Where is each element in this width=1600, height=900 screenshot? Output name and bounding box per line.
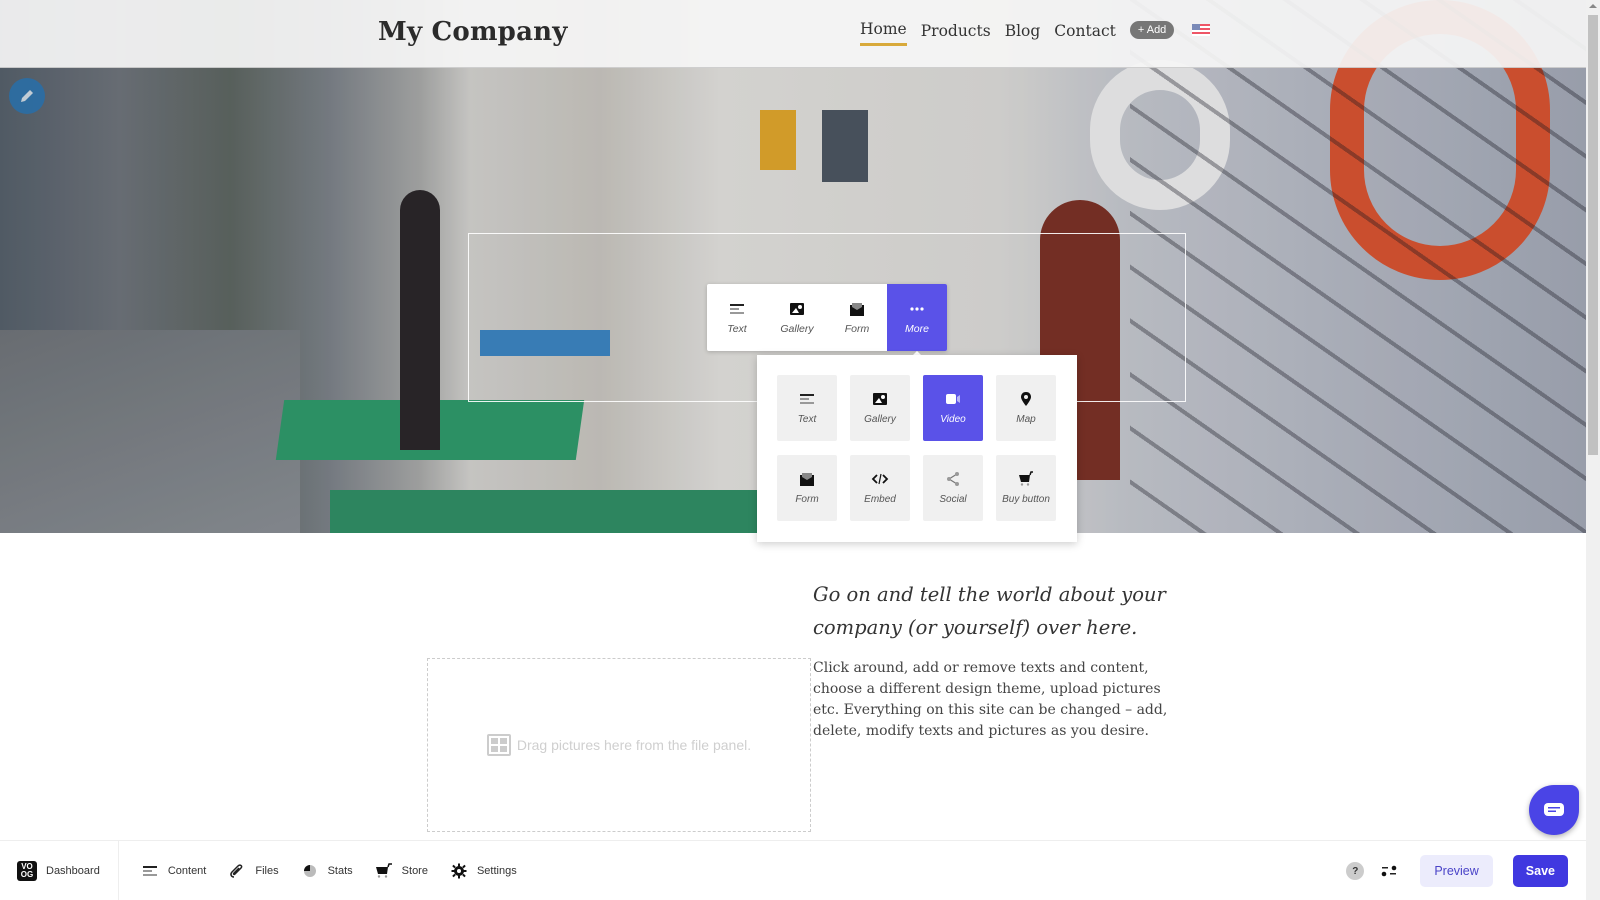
map-pin-icon <box>1021 392 1031 406</box>
editor-toolbar: VO OG Dashboard Content Files Stats Stor… <box>0 840 1586 900</box>
video-icon <box>946 394 960 404</box>
toolbar-content[interactable]: Content <box>141 863 206 879</box>
image-grid-icon <box>486 734 511 756</box>
add-buy-button-option[interactable]: Buy button <box>996 455 1056 521</box>
nav-item-products[interactable]: Products <box>921 22 991 45</box>
add-gallery-option[interactable]: Gallery <box>850 375 910 441</box>
gallery-icon <box>790 302 804 315</box>
scroll-up-arrow-icon[interactable] <box>1589 4 1597 8</box>
nav-item-blog[interactable]: Blog <box>1005 22 1041 45</box>
chat-support-button[interactable] <box>1529 785 1579 835</box>
main-nav: Home Products Blog Contact + Add <box>860 20 1211 46</box>
edit-background-button[interactable] <box>9 78 45 114</box>
add-text-option[interactable]: Text <box>777 375 837 441</box>
site-editor-page: My Company Home Products Blog Contact + … <box>0 0 1586 900</box>
nav-item-contact[interactable]: Contact <box>1054 22 1116 45</box>
cart-icon <box>375 862 392 878</box>
add-map-option[interactable]: Map <box>996 375 1056 441</box>
toolbar-files[interactable]: Files <box>228 863 279 879</box>
layout-toggle-icon[interactable] <box>1380 864 1398 878</box>
us-flag-icon[interactable] <box>1192 24 1211 36</box>
paperclip-icon <box>230 863 243 878</box>
embed-code-icon <box>871 473 889 485</box>
toolbar-stats[interactable]: Stats <box>301 863 353 879</box>
intro-body-text[interactable]: Click around, add or remove texts and co… <box>813 658 1183 742</box>
share-icon <box>947 472 959 486</box>
gear-icon <box>451 863 467 878</box>
form-icon <box>800 473 814 486</box>
nav-item-home[interactable]: Home <box>860 20 907 46</box>
quick-add-text[interactable]: Text <box>707 284 767 351</box>
quick-add-form[interactable]: Form <box>827 284 887 351</box>
image-dropzone[interactable]: Drag pictures here from the file panel. <box>427 658 811 832</box>
content-lines-icon <box>142 865 157 876</box>
cart-icon <box>1019 471 1033 486</box>
help-button[interactable]: ? <box>1346 862 1365 880</box>
site-header: My Company Home Products Blog Contact + … <box>0 0 1586 68</box>
toolbar-settings[interactable]: Settings <box>450 863 517 879</box>
site-logo[interactable]: My Company <box>378 17 568 47</box>
vertical-scrollbar[interactable] <box>1586 0 1600 900</box>
dropzone-hint: Drag pictures here from the file panel. <box>516 737 752 753</box>
add-content-toolbar: Text Gallery Form More <box>707 284 947 357</box>
toolbar-store[interactable]: Store <box>375 862 428 879</box>
add-form-option[interactable]: Form <box>777 455 837 521</box>
form-icon <box>850 302 864 316</box>
intro-headline[interactable]: Go on and tell the world about your comp… <box>813 578 1193 644</box>
voog-logo-icon: VO OG <box>17 860 37 881</box>
gallery-icon <box>873 393 887 405</box>
text-icon <box>800 394 814 404</box>
toolbar-actions: ? Preview Save <box>1346 841 1568 900</box>
add-embed-option[interactable]: Embed <box>850 455 910 521</box>
save-button[interactable]: Save <box>1512 855 1568 887</box>
scrollbar-thumb[interactable] <box>1588 15 1598 455</box>
pie-chart-icon <box>303 864 316 877</box>
dashboard-button[interactable]: VO OG Dashboard <box>0 840 119 900</box>
preview-button[interactable]: Preview <box>1420 855 1493 887</box>
more-content-panel: Text Gallery Video Map Form Embed Social <box>757 355 1077 542</box>
more-dots-icon <box>910 306 924 311</box>
add-page-button[interactable]: + Add <box>1129 21 1175 39</box>
chat-bubble-icon <box>1544 803 1564 816</box>
quick-add-gallery[interactable]: Gallery <box>767 284 827 351</box>
text-icon <box>730 303 744 314</box>
quick-add-more[interactable]: More <box>887 284 947 357</box>
add-social-option[interactable]: Social <box>923 455 983 521</box>
pencil-icon <box>21 90 33 102</box>
add-video-option[interactable]: Video <box>923 375 983 441</box>
